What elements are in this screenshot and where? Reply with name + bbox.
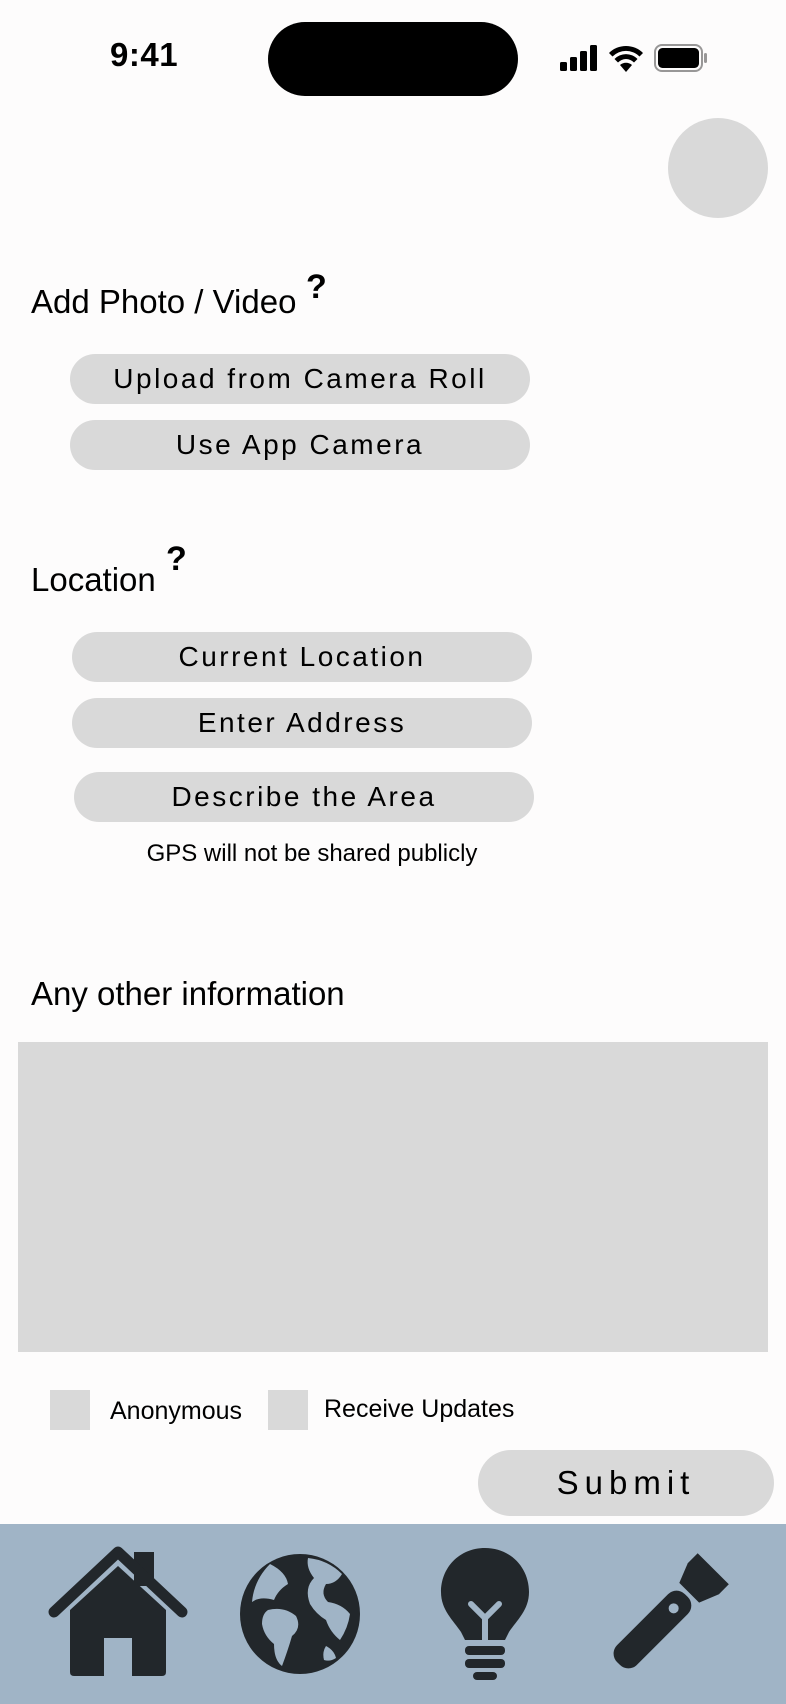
- describe-area-button[interactable]: Describe the Area: [74, 772, 534, 822]
- status-icons: [560, 42, 708, 74]
- dynamic-island: [268, 22, 518, 96]
- receive-updates-label: Receive Updates: [324, 1395, 515, 1423]
- current-location-button[interactable]: Current Location: [72, 632, 532, 682]
- avatar[interactable]: [668, 118, 768, 218]
- photo-section-title: Add Photo / Video: [31, 283, 297, 320]
- status-time: 9:41: [110, 36, 179, 73]
- wifi-icon: [609, 45, 643, 72]
- flashlight-icon: [613, 1553, 729, 1669]
- use-app-camera-button[interactable]: Use App Camera: [70, 420, 530, 470]
- location-section-title: Location: [31, 561, 156, 598]
- tab-ideas[interactable]: [415, 1544, 555, 1684]
- location-help-icon[interactable]: ?: [166, 540, 187, 579]
- tab-flashlight[interactable]: [598, 1544, 738, 1684]
- photo-help-icon[interactable]: ?: [306, 268, 327, 307]
- signal-icon: [560, 45, 597, 71]
- receive-updates-checkbox[interactable]: [268, 1390, 308, 1430]
- lightbulb-icon: [441, 1548, 529, 1680]
- upload-camera-roll-button[interactable]: Upload from Camera Roll: [70, 354, 530, 404]
- tab-explore[interactable]: [230, 1544, 370, 1684]
- anonymous-label: Anonymous: [110, 1397, 243, 1425]
- submit-button[interactable]: Submit: [478, 1450, 774, 1516]
- enter-address-button[interactable]: Enter Address: [72, 698, 532, 748]
- anonymous-checkbox[interactable]: [50, 1390, 90, 1430]
- gps-privacy-note: GPS will not be shared publicly: [146, 840, 478, 867]
- other-info-textarea[interactable]: [18, 1042, 768, 1352]
- tab-home[interactable]: [48, 1544, 188, 1684]
- other-info-title: Any other information: [31, 975, 345, 1012]
- battery-icon: [654, 44, 707, 72]
- globe-icon: [240, 1554, 360, 1674]
- home-icon: [48, 1546, 188, 1676]
- tab-bar: [0, 1524, 786, 1704]
